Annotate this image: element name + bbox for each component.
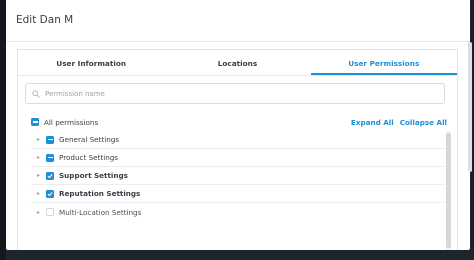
modal-scrollbar[interactable] bbox=[468, 42, 472, 172]
permission-row-general-settings: ▸ General Settings bbox=[31, 131, 447, 149]
permission-label: Support Settings bbox=[59, 171, 128, 180]
expand-collapse-links: Expand All Collapse All bbox=[351, 118, 447, 127]
tab-locations[interactable]: Locations bbox=[164, 50, 310, 75]
permission-search-input[interactable] bbox=[45, 89, 425, 98]
permission-search[interactable] bbox=[25, 83, 445, 104]
reputation-settings-checkbox[interactable] bbox=[46, 189, 54, 198]
permission-label: Product Settings bbox=[59, 153, 119, 162]
caret-right-icon[interactable]: ▸ bbox=[37, 172, 43, 179]
backdrop-bottom bbox=[6, 250, 474, 260]
collapse-all-link[interactable]: Collapse All bbox=[400, 118, 447, 127]
permission-row-product-settings: ▸ Product Settings bbox=[31, 149, 447, 167]
caret-right-icon[interactable]: ▸ bbox=[37, 209, 43, 216]
all-permissions-checkbox[interactable] bbox=[31, 118, 39, 126]
permission-list-scrollbar[interactable] bbox=[446, 131, 451, 250]
tab-user-information[interactable]: User Information bbox=[18, 50, 164, 75]
permission-label: Reputation Settings bbox=[59, 189, 141, 198]
edit-user-modal: Edit Dan M User Information Locations Us… bbox=[6, 0, 472, 250]
expand-all-link[interactable]: Expand All bbox=[351, 118, 394, 127]
tabs-panel: User Information Locations User Permissi… bbox=[17, 49, 458, 250]
modal-title: Edit Dan M bbox=[16, 14, 74, 26]
tab-bar: User Information Locations User Permissi… bbox=[18, 50, 457, 76]
caret-right-icon[interactable]: ▸ bbox=[37, 154, 43, 161]
product-settings-checkbox[interactable] bbox=[46, 153, 54, 162]
permission-label: Multi-Location Settings bbox=[59, 207, 142, 217]
support-settings-checkbox[interactable] bbox=[46, 171, 54, 180]
all-permissions-row: All permissions Expand All Collapse All bbox=[31, 115, 447, 129]
tab-user-permissions[interactable]: User Permissions bbox=[310, 50, 457, 75]
caret-right-icon[interactable]: ▸ bbox=[37, 190, 43, 197]
caret-right-icon[interactable]: ▸ bbox=[37, 136, 43, 143]
permission-row-multi-location-settings: ▸ Multi-Location Settings bbox=[31, 203, 447, 221]
multi-location-settings-checkbox[interactable] bbox=[46, 208, 54, 216]
all-permissions-label: All permissions bbox=[44, 117, 99, 127]
modal-header: Edit Dan M bbox=[6, 0, 470, 42]
permission-tree: ▸ General Settings ▸ Product Settings ▸ … bbox=[31, 131, 447, 221]
permission-row-reputation-settings: ▸ Reputation Settings bbox=[31, 185, 447, 203]
checkmark-icon bbox=[47, 191, 53, 196]
permission-row-support-settings: ▸ Support Settings bbox=[31, 167, 447, 185]
checkmark-icon bbox=[47, 173, 53, 178]
general-settings-checkbox[interactable] bbox=[46, 135, 54, 144]
permission-label: General Settings bbox=[59, 135, 120, 144]
search-icon bbox=[32, 89, 40, 98]
scrollbar-thumb[interactable] bbox=[446, 133, 451, 248]
